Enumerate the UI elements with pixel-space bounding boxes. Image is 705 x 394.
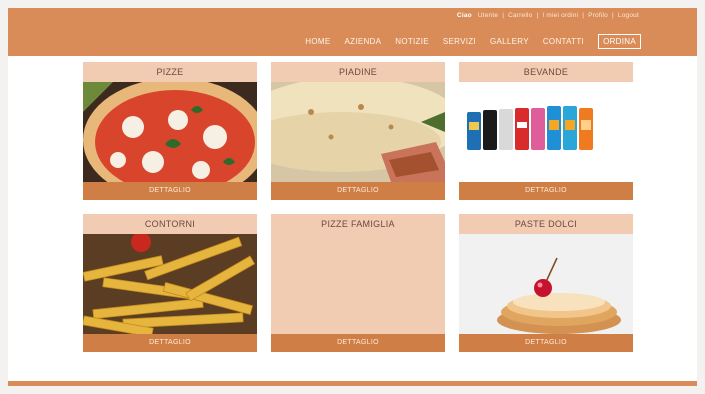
nav-contatti[interactable]: CONTATTI bbox=[543, 37, 584, 46]
footer-bar bbox=[8, 381, 697, 386]
user-link-profile[interactable]: Profilo bbox=[588, 12, 608, 19]
detail-button[interactable]: DETTAGLIO bbox=[83, 334, 257, 352]
category-title: PIZZE FAMIGLIA bbox=[271, 214, 445, 234]
user-link-orders[interactable]: I miei ordini bbox=[542, 12, 578, 19]
user-greeting: Ciao bbox=[456, 12, 472, 19]
pizza-image bbox=[83, 82, 257, 182]
user-link-logout[interactable]: Logout bbox=[618, 12, 639, 19]
header: Ciao Utente | Carrello | I miei ordini |… bbox=[8, 8, 697, 56]
category-title: BEVANDE bbox=[459, 62, 633, 82]
category-title: CONTORNI bbox=[83, 214, 257, 234]
nav-gallery[interactable]: GALLERY bbox=[490, 37, 529, 46]
nav-azienda[interactable]: AZIENDA bbox=[344, 37, 381, 46]
user-bar: Ciao Utente | Carrello | I miei ordini |… bbox=[456, 12, 639, 19]
category-title: PIZZE bbox=[83, 62, 257, 82]
fries-image bbox=[83, 234, 257, 334]
category-title: PASTE DOLCI bbox=[459, 214, 633, 234]
detail-button[interactable]: DETTAGLIO bbox=[459, 334, 633, 352]
detail-button[interactable]: DETTAGLIO bbox=[271, 334, 445, 352]
detail-button[interactable]: DETTAGLIO bbox=[459, 182, 633, 200]
drinks-image bbox=[459, 82, 633, 182]
user-link-account[interactable]: Utente bbox=[478, 12, 498, 19]
piadina-image bbox=[271, 82, 445, 182]
dessert-image bbox=[459, 234, 633, 334]
category-card-piadine[interactable]: PIADINE DETTAGLIO bbox=[271, 62, 445, 200]
category-card-paste-dolci[interactable]: PASTE DOLCI DETTAGLIO bbox=[459, 214, 633, 352]
nav-notizie[interactable]: NOTIZIE bbox=[395, 37, 429, 46]
category-card-bevande[interactable]: BEVANDE DETTAGLIO bbox=[459, 62, 633, 200]
detail-button[interactable]: DETTAGLIO bbox=[271, 182, 445, 200]
detail-button[interactable]: DETTAGLIO bbox=[83, 182, 257, 200]
nav-home[interactable]: HOME bbox=[305, 37, 330, 46]
category-card-contorni[interactable]: CONTORNI DETTAGLIO bbox=[83, 214, 257, 352]
main-nav: HOME AZIENDA NOTIZIE SERVIZI GALLERY CON… bbox=[305, 34, 641, 49]
page: Ciao Utente | Carrello | I miei ordini |… bbox=[8, 8, 697, 386]
nav-servizi[interactable]: SERVIZI bbox=[443, 37, 476, 46]
empty-image-placeholder bbox=[271, 234, 445, 334]
user-link-cart[interactable]: Carrello bbox=[508, 12, 532, 19]
category-card-pizze[interactable]: PIZZE DETTAGLIO bbox=[83, 62, 257, 200]
category-card-pizze-famiglia[interactable]: PIZZE FAMIGLIA DETTAGLIO bbox=[271, 214, 445, 352]
nav-ordina[interactable]: ORDINA bbox=[598, 34, 641, 49]
category-title: PIADINE bbox=[271, 62, 445, 82]
